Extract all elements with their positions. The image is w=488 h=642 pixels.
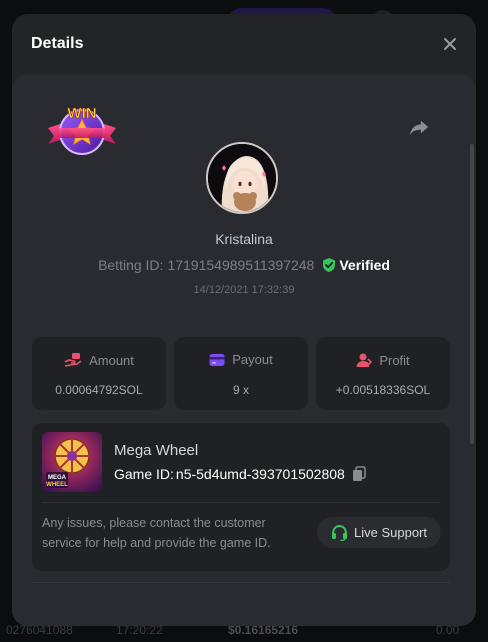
win-badge-icon: WIN: [48, 105, 116, 155]
thumb-text: MEGA: [48, 475, 67, 481]
stat-amount: Amount 0.00064792SOL: [32, 337, 166, 410]
betting-id-label: Betting ID:: [98, 257, 164, 273]
game-thumbnail[interactable]: MEGA WHEEL: [42, 432, 102, 492]
profit-user-icon: [356, 353, 373, 367]
verified-label: Verified: [339, 257, 390, 273]
bet-timestamp: 14/12/2021 17:32:39: [193, 284, 295, 296]
modal-title: Details: [31, 35, 84, 52]
stat-label: Payout: [232, 352, 273, 367]
game-name: Mega Wheel: [114, 442, 199, 459]
stat-header: Payout: [174, 352, 308, 367]
divider: [42, 502, 440, 503]
copy-icon[interactable]: [352, 466, 366, 482]
betting-id-value: 1719154989511397248: [167, 257, 315, 273]
verified-shield-icon: [323, 258, 336, 272]
live-support-button[interactable]: Live Support: [317, 517, 441, 548]
game-card: MEGA WHEEL Mega Wheel Game ID: n5-5d4umd…: [32, 423, 450, 571]
stat-value: +0.00518336SOL: [335, 383, 431, 397]
game-id-value: n5-5d4umd-393701502808: [175, 466, 345, 482]
game-id-label: Game ID:: [114, 466, 174, 482]
headset-icon: [332, 524, 347, 541]
game-id-row: Game ID: n5-5d4umd-393701502808: [114, 466, 366, 482]
close-button[interactable]: [440, 34, 460, 54]
card-icon: [209, 353, 225, 366]
close-icon: [444, 38, 456, 50]
game-thumbnail-image: MEGA WHEEL: [42, 432, 102, 492]
win-badge-label: WIN: [67, 105, 96, 122]
stat-label: Profit: [379, 352, 410, 368]
share-icon[interactable]: [408, 116, 430, 138]
stat-label: Amount: [89, 352, 134, 368]
thumb-text: WHEEL: [46, 482, 68, 488]
stat-profit: Profit +0.00518336SOL: [316, 337, 450, 410]
details-modal: Details WIN Kristalina Betting ID: 17191…: [12, 14, 476, 626]
divider: [32, 582, 450, 583]
modal-header: Details: [12, 14, 476, 74]
help-text: Any issues, please contact the customer …: [42, 516, 271, 550]
stat-header: Profit: [316, 352, 450, 368]
stat-value: 0.00064792SOL: [55, 383, 143, 397]
avatar: [206, 142, 278, 214]
user-name: Kristalina: [215, 231, 273, 247]
betting-id-row: Betting ID: 1719154989511397248 Verified: [12, 257, 476, 273]
stat-header: Amount: [32, 352, 166, 368]
stat-payout: Payout 9 x: [174, 337, 308, 410]
live-support-label: Live Support: [354, 525, 427, 540]
avatar-image: [208, 144, 276, 212]
stat-value: 9 x: [232, 383, 249, 397]
details-content: WIN Kristalina Betting ID: 1719154989511…: [12, 74, 476, 626]
money-hand-icon: [64, 353, 82, 367]
